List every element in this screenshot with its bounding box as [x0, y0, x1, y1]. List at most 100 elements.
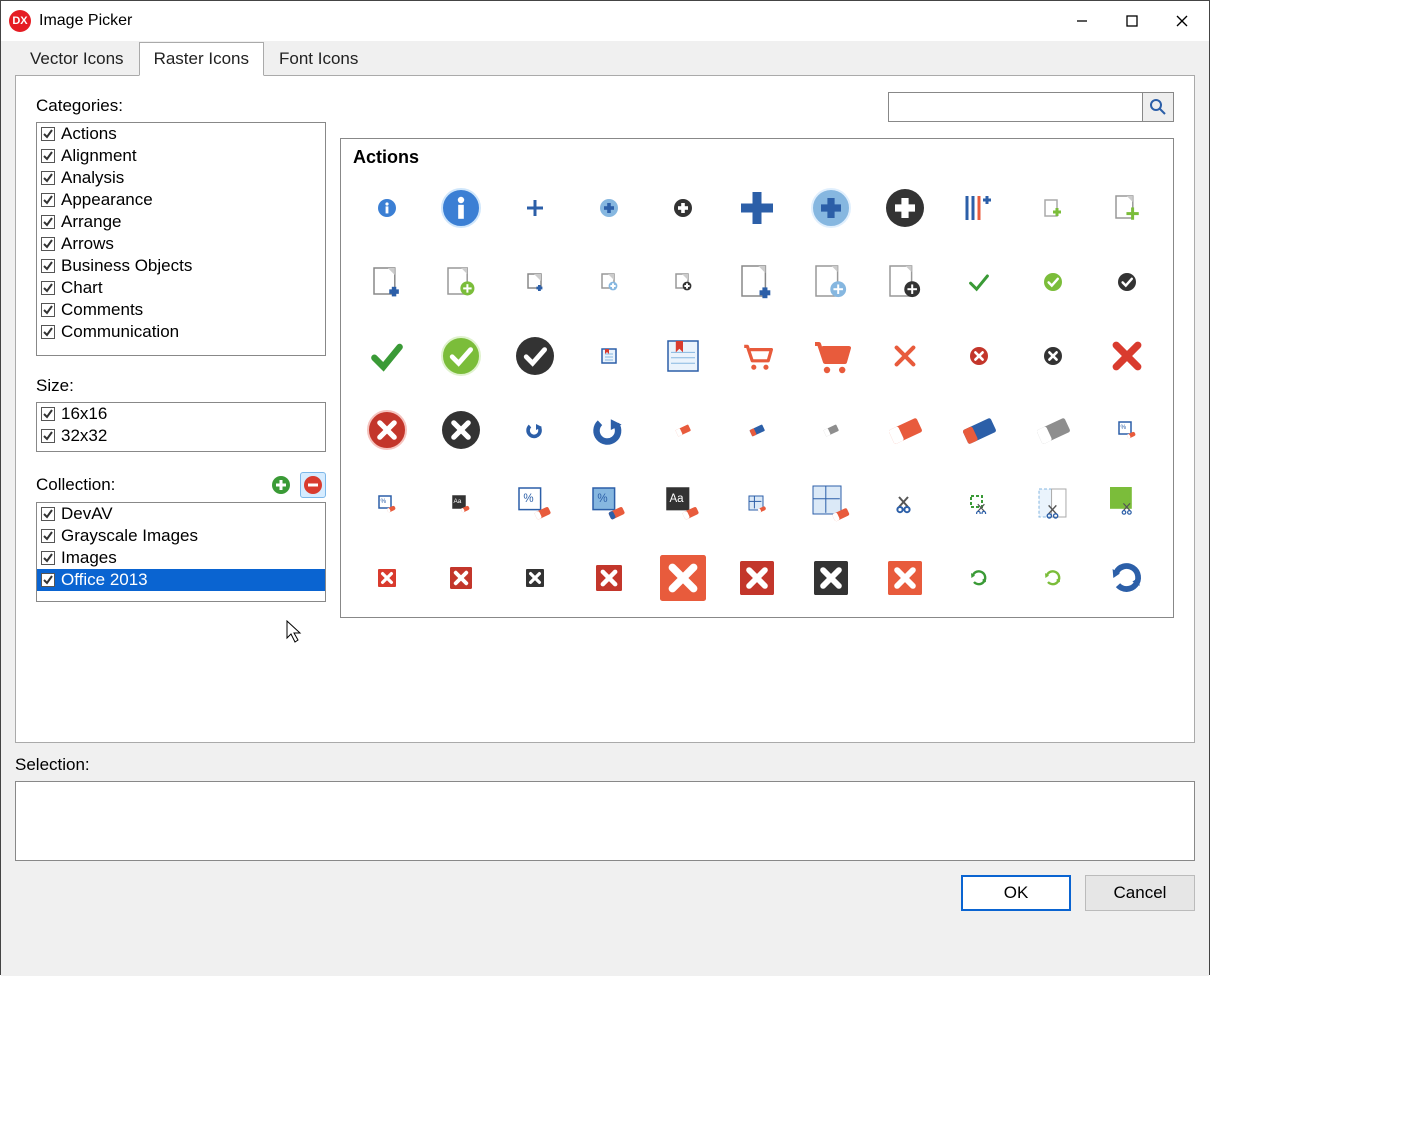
- x-circle-dark-large-icon[interactable]: [429, 408, 493, 452]
- list-item[interactable]: Grayscale Images: [37, 525, 325, 547]
- x-square-red-med-icon[interactable]: [577, 556, 641, 600]
- maximize-button[interactable]: [1107, 2, 1157, 40]
- check-circle-dark-large-icon[interactable]: [503, 334, 567, 378]
- x-square-red-large-icon[interactable]: [725, 556, 789, 600]
- page-add-green-icon[interactable]: [1095, 186, 1159, 230]
- list-item[interactable]: Arrows: [37, 233, 325, 255]
- list-item[interactable]: Communication: [37, 321, 325, 343]
- collection-list[interactable]: DevAVGrayscale ImagesImagesOffice 2013: [36, 502, 326, 602]
- page-plus-small-icon[interactable]: [503, 260, 567, 304]
- refresh-green-small2-icon[interactable]: [1021, 556, 1085, 600]
- close-button[interactable]: [1157, 2, 1207, 40]
- eraser-red-small-icon[interactable]: [651, 408, 715, 452]
- ok-button[interactable]: OK: [961, 875, 1071, 911]
- list-item[interactable]: DevAV: [37, 503, 325, 525]
- checkbox[interactable]: [41, 303, 55, 317]
- list-item[interactable]: Alignment: [37, 145, 325, 167]
- info-large-icon[interactable]: [429, 186, 493, 230]
- tab-font-icons[interactable]: Font Icons: [264, 42, 373, 76]
- list-item[interactable]: Analysis: [37, 167, 325, 189]
- list-item[interactable]: Business Objects: [37, 255, 325, 277]
- checkbox[interactable]: [41, 529, 55, 543]
- x-square-dark-large-icon[interactable]: [799, 556, 863, 600]
- cut-page-icon[interactable]: [1021, 482, 1085, 526]
- close-x-icon[interactable]: [873, 334, 937, 378]
- x-square-red-big-icon[interactable]: [651, 556, 715, 600]
- x-square-dark-small-icon[interactable]: [503, 556, 567, 600]
- search-button[interactable]: [1142, 92, 1174, 122]
- eraser-gray-small-icon[interactable]: [799, 408, 863, 452]
- page-plus-dark-large-icon[interactable]: [873, 260, 937, 304]
- minimize-button[interactable]: [1057, 2, 1107, 40]
- x-circle-dark-small-icon[interactable]: [1021, 334, 1085, 378]
- cart-solid-icon[interactable]: [799, 334, 863, 378]
- eraser-blue-small-icon[interactable]: [725, 408, 789, 452]
- check-circle-dark-small-icon[interactable]: [1095, 260, 1159, 304]
- icon-browser[interactable]: Actions %%Aa%%Aa$: [340, 138, 1174, 618]
- x-circle-red-large-icon[interactable]: [355, 408, 419, 452]
- cut-small-icon[interactable]: [873, 482, 937, 526]
- redo-small-icon[interactable]: [503, 408, 567, 452]
- checkbox[interactable]: [41, 573, 55, 587]
- list-item[interactable]: Office 2013: [37, 569, 325, 591]
- x-red-large-icon[interactable]: [1095, 334, 1159, 378]
- checkbox[interactable]: [41, 237, 55, 251]
- tab-raster-icons[interactable]: Raster Icons: [139, 42, 264, 76]
- checkbox[interactable]: [41, 325, 55, 339]
- categories-list[interactable]: ActionsAlignmentAnalysisAppearanceArrang…: [36, 122, 326, 356]
- check-circle-green-large-icon[interactable]: [429, 334, 493, 378]
- cart-outline-icon[interactable]: [725, 334, 789, 378]
- refresh-blue-large-icon[interactable]: [1095, 556, 1159, 600]
- check-circle-green-small-icon[interactable]: [1021, 260, 1085, 304]
- plus-thin-icon[interactable]: [503, 186, 567, 230]
- list-item[interactable]: Comments: [37, 299, 325, 321]
- list-item[interactable]: Appearance: [37, 189, 325, 211]
- checkbox[interactable]: [41, 281, 55, 295]
- checkbox[interactable]: [41, 171, 55, 185]
- check-thin-icon[interactable]: [947, 260, 1011, 304]
- cut-select-large-icon[interactable]: [1095, 482, 1159, 526]
- plus-circle-blue-large-icon[interactable]: [799, 186, 863, 230]
- search-input[interactable]: [888, 92, 1142, 122]
- plus-circle-dark-small-icon[interactable]: [651, 186, 715, 230]
- cut-select-small-icon[interactable]: [947, 482, 1011, 526]
- tab-vector-icons[interactable]: Vector Icons: [15, 42, 139, 76]
- erase-percent-small2-icon[interactable]: %: [355, 482, 419, 526]
- add-collection-button[interactable]: [268, 472, 294, 498]
- list-item[interactable]: Actions: [37, 123, 325, 145]
- x-circle-red-small-icon[interactable]: [947, 334, 1011, 378]
- checkbox[interactable]: [41, 551, 55, 565]
- checkbox[interactable]: [41, 127, 55, 141]
- page-plus-circle-large-icon[interactable]: [799, 260, 863, 304]
- x-square-red-small2-icon[interactable]: [429, 556, 493, 600]
- eraser-red-large-icon[interactable]: [873, 408, 937, 452]
- checkbox[interactable]: [41, 507, 55, 521]
- list-item[interactable]: Chart: [37, 277, 325, 299]
- plus-circle-blue-small-icon[interactable]: [577, 186, 641, 230]
- bookmark-page-large-icon[interactable]: [651, 334, 715, 378]
- remove-collection-button[interactable]: [300, 472, 326, 498]
- page-plus-large-icon[interactable]: [725, 260, 789, 304]
- size-list[interactable]: 16x1632x32: [36, 402, 326, 452]
- erase-aa-large-icon[interactable]: Aa: [651, 482, 715, 526]
- eraser-gray-large-icon[interactable]: [1021, 408, 1085, 452]
- erase-grid-icon[interactable]: [725, 482, 789, 526]
- page-add-blue-icon[interactable]: [355, 260, 419, 304]
- x-square-orange-large-icon[interactable]: [873, 556, 937, 600]
- eraser-blue-large-icon[interactable]: [947, 408, 1011, 452]
- add-item-icon[interactable]: [947, 186, 1011, 230]
- page-plus-circle-small-icon[interactable]: [577, 260, 641, 304]
- checkbox[interactable]: [41, 429, 55, 443]
- bookmark-page-small-icon[interactable]: [577, 334, 641, 378]
- redo-large-icon[interactable]: [577, 408, 641, 452]
- plus-thick-icon[interactable]: [725, 186, 789, 230]
- plus-circle-dark-large-icon[interactable]: [873, 186, 937, 230]
- info-small-icon[interactable]: [355, 186, 419, 230]
- refresh-green-small-icon[interactable]: [947, 556, 1011, 600]
- list-item[interactable]: Arrange: [37, 211, 325, 233]
- list-item[interactable]: 32x32: [37, 425, 325, 447]
- x-square-red-small-icon[interactable]: [355, 556, 419, 600]
- checkbox[interactable]: [41, 149, 55, 163]
- list-item[interactable]: 16x16: [37, 403, 325, 425]
- page-add-green-circle-icon[interactable]: [429, 260, 493, 304]
